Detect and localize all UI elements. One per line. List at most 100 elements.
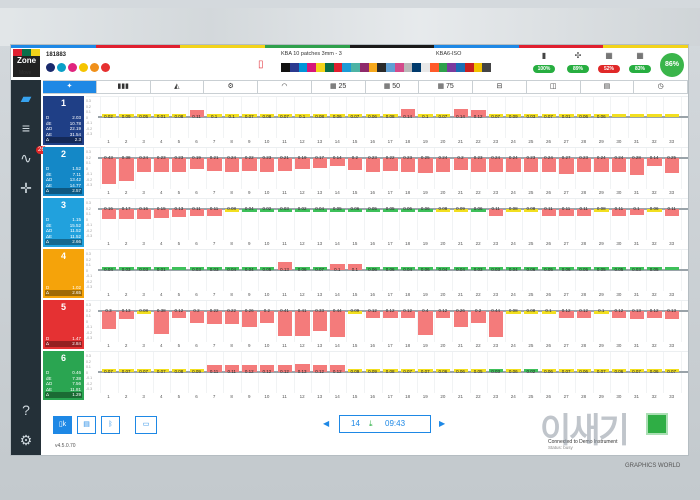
tab-document[interactable]: ▤ (580, 80, 635, 94)
zone-bar[interactable] (365, 158, 381, 172)
tab-sliders[interactable]: ⊟ (473, 80, 527, 94)
ink-unit-4[interactable]: 4 D 1.02 Δ 2.65 (43, 249, 84, 298)
ink-unit-5[interactable]: 5 D 1.47 Δ 2.84 (43, 300, 84, 349)
zone-bar[interactable] (119, 209, 134, 220)
zone-bar[interactable] (576, 158, 592, 172)
zone-bar[interactable] (664, 267, 680, 270)
zone-bar[interactable] (189, 158, 205, 170)
zone-bar[interactable] (594, 158, 609, 173)
tab-clock[interactable]: ◷ (634, 80, 688, 94)
zone-bar[interactable] (453, 158, 469, 170)
tab-grid-50[interactable]: ▦ 50 (365, 80, 420, 94)
zone-bar[interactable] (101, 311, 117, 329)
pdf-document-icon[interactable]: ▯ (258, 59, 264, 70)
ink-dot[interactable] (46, 63, 55, 72)
zone-bar[interactable] (171, 267, 187, 270)
zone-bar[interactable] (277, 158, 293, 171)
zone-number: 2 (124, 190, 128, 195)
zone-bar[interactable] (171, 158, 187, 172)
download-icon[interactable]: ⤓ (369, 419, 373, 429)
tab-triangle[interactable]: ◭ (150, 80, 205, 94)
tab-chart[interactable]: ▮▮▮ (96, 80, 151, 94)
zone-number: 24 (510, 139, 516, 144)
prev-icon[interactable]: ◀ (323, 419, 329, 428)
zone-bar[interactable] (242, 311, 257, 327)
zone-bar[interactable] (453, 311, 469, 327)
table-button[interactable]: ▭ (135, 416, 157, 434)
document-button[interactable]: ▤ (77, 416, 96, 434)
help-icon[interactable]: ? (16, 400, 36, 420)
zone-bar[interactable] (664, 114, 680, 117)
zone-bar[interactable] (330, 311, 345, 337)
zone-bar[interactable] (488, 158, 504, 173)
ink-dot[interactable] (79, 63, 88, 72)
zone-value-label: 0.06 (385, 266, 395, 272)
trend-chart-icon[interactable]: ∿ 26 (16, 146, 47, 168)
zone-bar[interactable] (136, 158, 152, 173)
zone-bar[interactable] (435, 158, 451, 173)
zone-bar[interactable] (647, 114, 662, 117)
zone-bar[interactable] (664, 158, 680, 173)
plate-button[interactable]: ▯k (53, 416, 72, 434)
zone-value-label: 0.25 (667, 154, 677, 160)
zone-bar[interactable] (259, 311, 275, 323)
settings-icon[interactable]: ⚙ (16, 430, 36, 450)
zone-bar[interactable] (295, 311, 310, 336)
zone-bar[interactable] (400, 158, 416, 172)
crosshair-icon[interactable]: ✛ (16, 178, 36, 198)
tab-grid-25[interactable]: ▦ 25 (311, 80, 366, 94)
axis-tick-label: 0 (86, 217, 88, 222)
zone-bar[interactable] (224, 311, 240, 325)
ink-dot[interactable] (68, 63, 77, 72)
ink-dot[interactable] (90, 63, 99, 72)
zone-bar[interactable] (119, 158, 134, 181)
zone-bar[interactable] (523, 158, 539, 172)
zone-value-label: 0.08 (438, 205, 448, 211)
zone-bar[interactable] (312, 158, 328, 169)
tab-grid-75[interactable]: ▦ 75 (419, 80, 473, 94)
ink-unit-1[interactable]: 1 D 2.03 dE 10.78 ΔD 22.19 ΔE 31.54 Δ 2.3 (43, 96, 84, 145)
zone-bar[interactable] (295, 158, 310, 170)
zone-bar[interactable] (506, 158, 521, 173)
zone-bar[interactable] (471, 311, 486, 323)
ink-dot[interactable] (101, 63, 110, 72)
stat-value: 89% (567, 65, 589, 73)
zone-number: 11 (282, 139, 287, 144)
zone-bar[interactable] (629, 158, 645, 175)
zone-bar[interactable] (471, 158, 486, 172)
next-icon[interactable]: ▶ (439, 419, 445, 428)
folder-icon[interactable]: ▰ (16, 88, 36, 108)
tab-curve[interactable]: ◠ (258, 80, 312, 94)
ink-unit-3[interactable]: 3 D 1.15 dE 15.52 ΔD 11.52 ΔE 11.52 Δ 2.66 (43, 198, 84, 247)
zone-bar[interactable] (154, 311, 169, 334)
tab-overlay[interactable]: ◫ (526, 80, 581, 94)
zone-bar[interactable] (312, 311, 328, 331)
zone-bar[interactable] (189, 311, 205, 323)
bluetooth-button[interactable]: ᛒ (101, 416, 120, 434)
tab-gear[interactable]: ⚙ (204, 80, 258, 94)
ink-unit-2[interactable]: 2 D 1.52 dE 7.11 ΔD 13.42 ΔE 14.77 Δ 2.57 (43, 147, 84, 196)
zone-bar[interactable] (347, 158, 363, 170)
zone-bar[interactable] (611, 114, 627, 117)
zone-bar[interactable] (559, 158, 574, 175)
zone-bar[interactable] (488, 311, 504, 337)
zone-bar[interactable] (224, 158, 240, 173)
ink-unit-6[interactable]: 6 D 0.46 dE 7.38 ΔD 7.56 ΔE 11.81 Δ 1.29 (43, 351, 84, 400)
zone-bar[interactable] (154, 158, 169, 172)
zone-bar[interactable] (611, 158, 627, 173)
zone-value-label: 0.13 (280, 266, 289, 272)
zone-bar[interactable] (541, 158, 557, 173)
zone-bar[interactable] (629, 114, 645, 117)
zone-bar[interactable] (277, 311, 293, 336)
zone-bar[interactable] (207, 158, 222, 171)
zone-bar[interactable] (101, 158, 117, 184)
zone-bar[interactable] (242, 158, 257, 172)
zone-bar[interactable] (418, 158, 433, 173)
database-icon[interactable]: ≡ (16, 118, 36, 138)
zone-bar[interactable] (383, 158, 398, 172)
ink-dot[interactable] (57, 63, 66, 72)
zone-bar[interactable] (259, 158, 275, 172)
zone-bar[interactable] (207, 311, 222, 325)
zone-bar[interactable] (418, 311, 433, 335)
tab-adjust[interactable]: ✦ (43, 80, 97, 94)
